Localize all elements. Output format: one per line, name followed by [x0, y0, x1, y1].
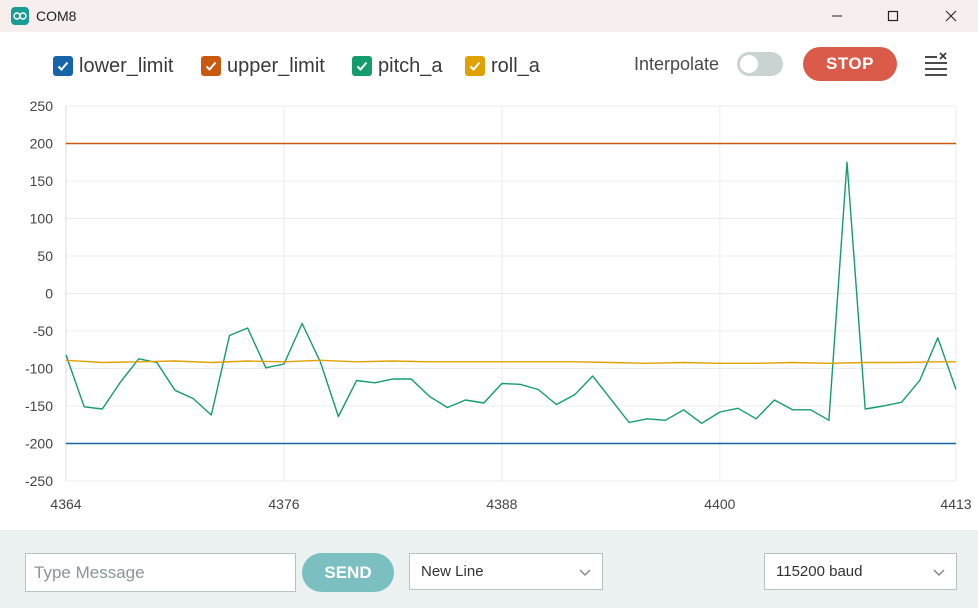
checkbox-icon[interactable]	[352, 56, 372, 76]
line-chart: 250 200 150 100 50 0 -50 -100 -150 -200 -250 4364 43…	[25, 98, 972, 512]
close-button[interactable]	[928, 0, 974, 32]
legend-toolbar: lower_limit upper_limit pitch_a roll_a I…	[0, 32, 978, 98]
message-input[interactable]	[25, 553, 296, 592]
maximize-button[interactable]	[870, 0, 916, 32]
y-tick-label: 200	[30, 136, 54, 152]
legend-label: roll_a	[491, 54, 540, 77]
x-tick-label: 4388	[486, 496, 517, 512]
series-line-pitch-a	[65, 161, 957, 424]
checkbox-icon[interactable]	[201, 56, 221, 76]
y-tick-label: 0	[45, 286, 53, 302]
y-tick-label: -200	[25, 436, 53, 452]
y-tick-label: 50	[37, 248, 53, 264]
clear-list-icon	[925, 52, 947, 76]
y-tick-label: -50	[33, 323, 53, 339]
series-line-roll-a	[65, 359, 956, 364]
legend-item-lower-limit[interactable]: lower_limit	[53, 55, 173, 77]
line-ending-select[interactable]: New Line	[409, 553, 603, 590]
x-tick-label: 4400	[704, 496, 735, 512]
baud-rate-value: 115200 baud	[776, 563, 863, 580]
minimize-icon	[832, 15, 842, 17]
legend-label: pitch_a	[378, 54, 443, 77]
chevron-down-icon	[579, 569, 591, 577]
toggle-knob	[740, 55, 758, 73]
y-tick-label: -250	[25, 473, 53, 489]
x-tick-label: 4413	[940, 496, 971, 512]
plot-area: 250 200 150 100 50 0 -50 -100 -150 -200 -250 4364 43…	[0, 98, 978, 530]
maximize-icon	[887, 10, 899, 22]
chevron-down-icon	[933, 569, 945, 577]
arduino-icon	[11, 7, 29, 25]
y-tick-label: 250	[30, 98, 54, 114]
interpolate-toggle[interactable]	[737, 52, 783, 76]
legend-item-upper-limit[interactable]: upper_limit	[201, 55, 325, 77]
line-ending-value: New Line	[421, 563, 484, 580]
legend-label: lower_limit	[79, 54, 174, 77]
baud-rate-select[interactable]: 115200 baud	[764, 553, 957, 590]
y-tick-label: -150	[25, 398, 53, 414]
y-tick-label: 150	[30, 173, 54, 189]
close-icon	[945, 10, 957, 22]
checkbox-icon[interactable]	[53, 56, 73, 76]
send-button[interactable]: SEND	[302, 553, 394, 592]
legend-label: upper_limit	[227, 54, 325, 77]
x-tick-label: 4364	[50, 496, 81, 512]
window-title: COM8	[36, 8, 77, 24]
checkbox-icon[interactable]	[465, 56, 485, 76]
legend-item-roll-a[interactable]: roll_a	[465, 55, 540, 77]
legend-item-pitch-a[interactable]: pitch_a	[352, 55, 443, 77]
interpolate-label: Interpolate	[634, 54, 720, 74]
bottom-bar: SEND New Line 115200 baud	[0, 530, 978, 608]
y-tick-label: 100	[30, 211, 54, 227]
x-tick-label: 4376	[268, 496, 299, 512]
clear-button[interactable]	[920, 50, 952, 80]
y-tick-label: -100	[25, 361, 53, 377]
minimize-button[interactable]	[814, 0, 860, 32]
stop-button[interactable]: STOP	[803, 47, 897, 81]
title-bar: COM8	[0, 0, 978, 32]
